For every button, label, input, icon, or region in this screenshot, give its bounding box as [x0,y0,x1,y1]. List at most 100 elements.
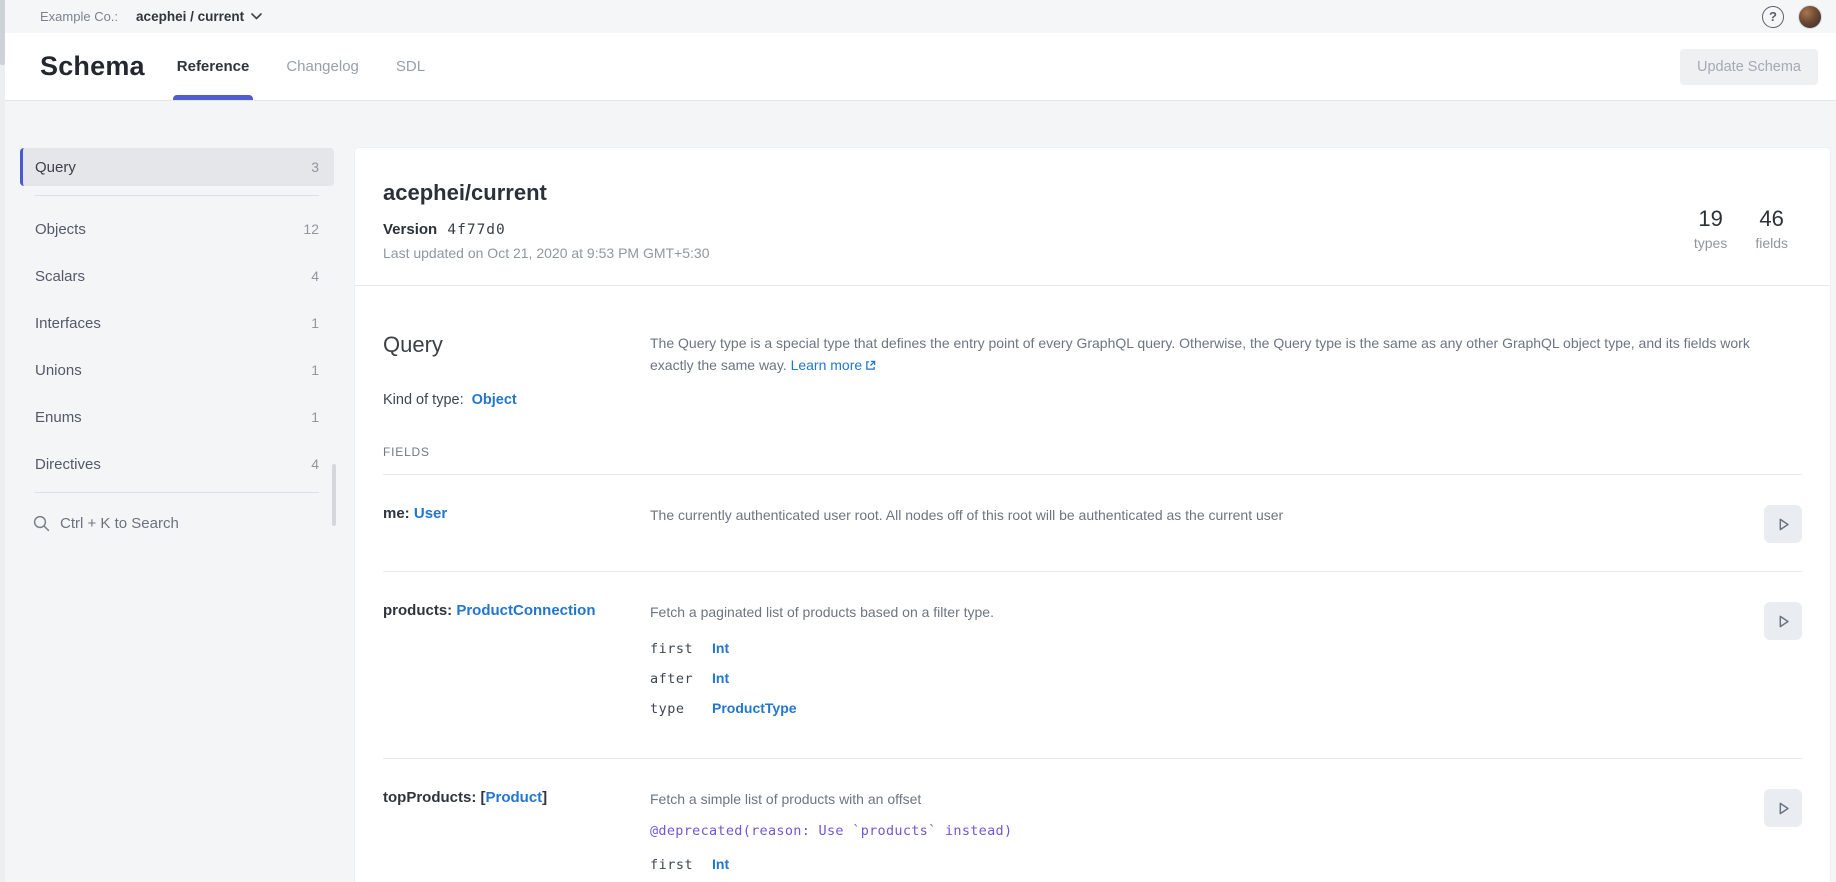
page-title: Schema [40,51,145,82]
field-args: firstIntafterInttypeProductType [650,640,1746,717]
org-label: Example Co.: [40,9,118,24]
field-action [1746,505,1802,543]
field-row-topProducts: topProducts: [Product]Fetch a simple lis… [383,759,1802,882]
sidebar-scrollbar-thumb[interactable] [332,464,336,526]
field-row-products: products: ProductConnectionFetch a pagin… [383,572,1802,759]
graph-name: acephei / current [136,9,244,24]
play-icon [1775,800,1792,817]
field-signature: topProducts: [Product] [383,789,650,882]
field-details: The currently authenticated user root. A… [650,505,1746,543]
run-in-explorer-button[interactable] [1764,789,1802,827]
tab-changelog[interactable]: Changelog [286,33,359,100]
last-updated: Last updated on Oct 21, 2020 at 9:53 PM … [383,245,1802,285]
sidebar-item-label: Unions [35,362,82,379]
type-heading: Query [383,332,650,376]
type-bracket-close: ] [542,789,547,806]
update-schema-button[interactable]: Update Schema [1680,49,1818,85]
sidebar-item-unions[interactable]: Unions 1 [20,351,334,389]
header: Schema Reference Changelog SDL Update Sche… [0,33,1836,101]
field-description: Fetch a paginated list of products based… [650,602,1746,623]
field-arg: firstInt [650,640,1746,657]
field-description: The currently authenticated user root. A… [650,505,1746,526]
graph-title: acephei/current [383,180,1802,206]
sidebar-item-objects[interactable]: Objects 12 [20,210,334,248]
graph-picker[interactable]: acephei / current [136,9,262,24]
fields-section-label: FIELDS [383,445,1802,475]
field-type-link[interactable]: ProductConnection [456,602,595,619]
sidebar-item-count: 1 [311,362,319,378]
field-description: Fetch a simple list of products with an … [650,789,1746,810]
sidebar-items: Query 3 Objects 12 Scalars4 Interfaces1 Unions… [20,148,334,493]
sidebar-item-label: Query [35,159,76,176]
stat-label: types [1694,235,1727,251]
field-type-link[interactable]: Product [486,789,543,806]
sidebar-item-count: 1 [311,315,319,331]
field-action [1746,789,1802,882]
arg-name: after [650,671,712,687]
schema-card-header: acephei/current Version 4f77d0 Last upda… [355,148,1830,286]
field-type-link[interactable]: User [414,505,447,522]
play-icon [1775,613,1792,630]
sidebar-divider [35,492,319,493]
arg-type-link[interactable]: Int [712,856,729,872]
search-trigger[interactable]: Ctrl + K to Search [20,515,334,532]
kind-label: Kind of type: [383,392,464,408]
run-in-explorer-button[interactable] [1764,505,1802,543]
sidebar-divider [35,195,319,196]
field-action [1746,602,1802,730]
version-label: Version [383,221,437,238]
learn-more-link[interactable]: Learn more [791,357,877,373]
tab-sdl[interactable]: SDL [396,33,425,100]
type-summary-row: Query The Query type is a special type t… [383,332,1802,376]
kind-of-type-line: Kind of type: Object [383,392,1802,408]
schema-card: acephei/current Version 4f77d0 Last upda… [355,148,1830,882]
sidebar-item-label: Enums [35,409,82,426]
tab-reference[interactable]: Reference [177,33,250,100]
version-value: 4f77d0 [447,222,505,238]
field-deprecated-directive: @deprecated(reason: Use `products` inste… [650,823,1746,839]
arg-type-link[interactable]: Int [712,670,729,686]
run-in-explorer-button[interactable] [1764,602,1802,640]
sidebar-item-label: Objects [35,221,86,238]
sidebar-item-directives[interactable]: Directives4 [20,445,334,483]
field-args: firstInt [650,856,1746,873]
field-signature: me: User [383,505,650,543]
sidebar-item-count: 12 [303,221,319,237]
topbar-right: ? [1762,5,1822,29]
field-row-me: me: UserThe currently authenticated user… [383,475,1802,572]
schema-stats: 19types46fields [1694,206,1788,251]
arg-name: first [650,641,712,657]
field-details: Fetch a paginated list of products based… [650,602,1746,730]
sidebar-item-scalars[interactable]: Scalars4 [20,257,334,295]
field-details: Fetch a simple list of products with an … [650,789,1746,882]
sidebar-item-count: 3 [311,159,319,175]
topbar: Example Co.: acephei / current ? [0,0,1836,33]
kind-value-link[interactable]: Object [472,392,517,408]
sidebar-item-count: 4 [311,268,319,284]
stat-fields: 46fields [1755,206,1788,251]
arg-type-link[interactable]: Int [712,640,729,656]
chevron-down-icon [251,13,262,20]
sidebar-item-count: 1 [311,409,319,425]
field-arg: firstInt [650,856,1746,873]
help-icon[interactable]: ? [1762,6,1784,28]
arg-name: type [650,701,712,717]
sidebar-item-enums[interactable]: Enums 1 [20,398,334,436]
external-link-icon [865,360,876,371]
left-scrollbar-thumb[interactable] [0,0,5,65]
content: Query 3 Objects 12 Scalars4 Interfaces1 Unions… [0,101,1836,882]
stat-label: fields [1755,235,1788,251]
arg-type-link[interactable]: ProductType [712,700,797,716]
version-line: Version 4f77d0 [383,221,1802,238]
left-scrollbar-track[interactable] [0,33,5,882]
field-name: topProducts: [383,789,476,806]
field-signature: products: ProductConnection [383,602,650,730]
sidebar-item-interfaces[interactable]: Interfaces1 [20,304,334,342]
search-icon [33,515,50,532]
avatar[interactable] [1798,5,1822,29]
sidebar: Query 3 Objects 12 Scalars4 Interfaces1 Unions… [20,148,334,532]
help-glyph: ? [1769,9,1777,24]
type-description: The Query type is a special type that de… [650,332,1795,376]
sidebar-item-query[interactable]: Query 3 [20,148,334,186]
sidebar-item-label: Directives [35,456,101,473]
